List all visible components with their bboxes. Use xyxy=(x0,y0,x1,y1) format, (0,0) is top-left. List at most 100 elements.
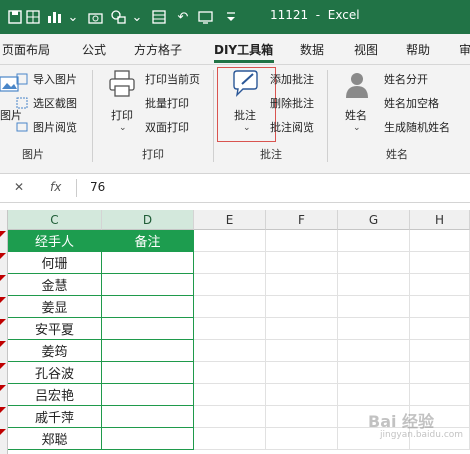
column-header-c[interactable]: C xyxy=(8,210,102,230)
cell-handler[interactable]: 郑聪 xyxy=(8,428,102,450)
region-screenshot-button[interactable]: 选区截图 xyxy=(33,95,77,111)
cell-handler[interactable]: 安平夏 xyxy=(8,318,102,340)
column-header-e[interactable]: E xyxy=(194,210,266,230)
import-picture-button[interactable]: 导入图片 xyxy=(33,71,77,87)
cell-remarks[interactable] xyxy=(102,252,194,274)
comment-indicator-icon[interactable] xyxy=(0,363,6,369)
cell-handler[interactable]: 吕宏艳 xyxy=(8,384,102,406)
empty-cell[interactable] xyxy=(338,384,410,406)
cell-handler[interactable]: 姜筠 xyxy=(8,340,102,362)
empty-cell[interactable] xyxy=(266,362,338,384)
picture-preview-button[interactable]: 图片阅览 xyxy=(33,119,77,135)
name-add-space-button[interactable]: 姓名加空格 xyxy=(384,95,439,111)
formula-input[interactable]: 76 xyxy=(90,180,105,194)
cell-handler[interactable]: 姜显 xyxy=(8,296,102,318)
empty-cell[interactable] xyxy=(410,362,470,384)
empty-cell[interactable] xyxy=(410,384,470,406)
print-current-page-button[interactable]: 打印当前页 xyxy=(145,71,200,87)
comment-indicator-icon[interactable] xyxy=(0,275,6,281)
column-header-g[interactable]: G xyxy=(338,210,410,230)
comment-indicator-icon[interactable] xyxy=(0,253,6,259)
empty-cell[interactable] xyxy=(410,274,470,296)
cell-handler[interactable]: 戚千萍 xyxy=(8,406,102,428)
empty-cell[interactable] xyxy=(266,340,338,362)
person-icon[interactable] xyxy=(344,71,370,103)
comment-pen-icon[interactable] xyxy=(231,69,261,103)
empty-cell[interactable] xyxy=(266,274,338,296)
cell-remarks[interactable] xyxy=(102,384,194,406)
empty-cell[interactable] xyxy=(410,252,470,274)
empty-cell[interactable] xyxy=(194,384,266,406)
empty-cell[interactable] xyxy=(194,340,266,362)
cell-remarks[interactable] xyxy=(102,362,194,384)
undo-icon[interactable]: ↶ xyxy=(174,8,192,26)
tab-fangfang[interactable]: 方方格子 xyxy=(134,41,182,58)
random-name-button[interactable]: 生成随机姓名 xyxy=(384,119,450,135)
column-header-h[interactable]: H xyxy=(410,210,470,230)
empty-cell[interactable] xyxy=(338,318,410,340)
empty-cell[interactable] xyxy=(194,296,266,318)
empty-cell[interactable] xyxy=(338,340,410,362)
row-header-strip[interactable] xyxy=(0,210,8,454)
cell-remarks[interactable] xyxy=(102,296,194,318)
empty-cell[interactable] xyxy=(194,252,266,274)
print-big-label[interactable]: 打印 xyxy=(111,107,133,123)
comment-indicator-icon[interactable] xyxy=(0,429,6,435)
delete-comment-button[interactable]: 删除批注 xyxy=(270,95,314,111)
split-name-button[interactable]: 姓名分开 xyxy=(384,71,428,87)
empty-cell[interactable] xyxy=(410,318,470,340)
header-cell-remarks[interactable]: 备注 xyxy=(102,230,194,252)
empty-cell[interactable] xyxy=(338,230,410,252)
cell-remarks[interactable] xyxy=(102,340,194,362)
camera-icon[interactable] xyxy=(86,8,104,26)
comment-indicator-icon[interactable] xyxy=(0,319,6,325)
chart-icon[interactable] xyxy=(46,8,64,26)
column-header-d[interactable]: D xyxy=(102,210,194,230)
comment-indicator-icon[interactable] xyxy=(0,385,6,391)
function-icon[interactable]: fx xyxy=(50,180,61,194)
empty-cell[interactable] xyxy=(266,230,338,252)
comment-indicator-icon[interactable] xyxy=(0,341,6,347)
empty-cell[interactable] xyxy=(338,362,410,384)
comment-indicator-icon[interactable] xyxy=(0,407,6,413)
cell-remarks[interactable] xyxy=(102,428,194,450)
cancel-icon[interactable]: ✕ xyxy=(14,180,24,194)
empty-cell[interactable] xyxy=(266,252,338,274)
empty-cell[interactable] xyxy=(338,296,410,318)
tab-data[interactable]: 数据 xyxy=(300,41,324,58)
chevron-down-icon[interactable]: ⌄ xyxy=(119,123,127,133)
empty-cell[interactable] xyxy=(194,362,266,384)
comment-indicator-icon[interactable] xyxy=(0,297,6,303)
add-comment-button[interactable]: 添加批注 xyxy=(270,71,314,87)
cell-handler[interactable]: 金慧 xyxy=(8,274,102,296)
printer-icon[interactable] xyxy=(108,69,136,103)
empty-cell[interactable] xyxy=(338,252,410,274)
shapes-icon[interactable] xyxy=(110,8,128,26)
empty-cell[interactable] xyxy=(266,384,338,406)
comment-big-label[interactable]: 批注 xyxy=(234,107,256,123)
tab-help[interactable]: 帮助 xyxy=(406,41,430,58)
dropdown-chevron-icon[interactable]: ⌄ xyxy=(64,8,82,26)
empty-cell[interactable] xyxy=(338,274,410,296)
comment-indicator-icon[interactable] xyxy=(0,231,6,237)
grid-icon[interactable] xyxy=(24,8,42,26)
screen-icon[interactable] xyxy=(196,8,214,26)
tab-diy-toolbox[interactable]: DIY工具箱 xyxy=(214,41,273,58)
save-icon[interactable] xyxy=(6,8,24,26)
tab-page-layout[interactable]: 页面布局 xyxy=(2,41,50,58)
header-cell-handler[interactable]: 经手人 xyxy=(8,230,102,252)
dropdown-chevron-icon[interactable]: ⌄ xyxy=(128,8,146,26)
duplex-print-button[interactable]: 双面打印 xyxy=(145,119,189,135)
chevron-down-icon[interactable]: ⌄ xyxy=(353,123,361,133)
tab-formulas[interactable]: 公式 xyxy=(82,41,106,58)
empty-cell[interactable] xyxy=(266,428,338,450)
empty-cell[interactable] xyxy=(194,230,266,252)
empty-cell[interactable] xyxy=(410,296,470,318)
empty-cell[interactable] xyxy=(194,406,266,428)
cell-handler[interactable]: 孔谷波 xyxy=(8,362,102,384)
customize-quick-access-icon[interactable] xyxy=(222,8,240,26)
empty-cell[interactable] xyxy=(194,274,266,296)
cell-remarks[interactable] xyxy=(102,318,194,340)
table-icon[interactable] xyxy=(150,8,168,26)
comment-preview-button[interactable]: 批注阅览 xyxy=(270,119,314,135)
